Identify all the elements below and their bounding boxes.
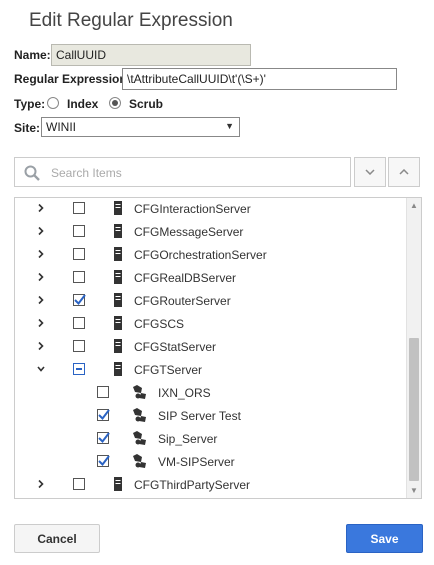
scroll-up-icon[interactable]: ▲: [410, 201, 418, 210]
row-checkbox[interactable]: [97, 386, 109, 398]
row-checkbox[interactable]: [73, 294, 86, 306]
server-icon: [114, 247, 122, 261]
checkmark-icon: [98, 432, 110, 444]
tree-row[interactable]: CFGOrchestrationServer: [15, 243, 405, 266]
tree-row-label: CFGOrchestrationServer: [134, 248, 267, 262]
checkmark-icon: [74, 294, 86, 306]
save-button[interactable]: Save: [346, 524, 423, 553]
row-checkbox[interactable]: [73, 317, 85, 329]
site-label: Site:: [14, 121, 41, 135]
tree-row-label: SIP Server Test: [158, 409, 241, 423]
regex-input[interactable]: [122, 68, 397, 90]
caret-down-icon: ▼: [225, 121, 234, 131]
tree-row[interactable]: Sip_Server: [15, 427, 405, 450]
row-checkbox[interactable]: [73, 225, 85, 237]
tree-row[interactable]: IXN_ORS: [15, 381, 405, 404]
row-checkbox[interactable]: [73, 202, 85, 214]
tree-row-label: CFGRouterServer: [134, 294, 231, 308]
name-label: Name:: [14, 48, 51, 62]
row-checkbox[interactable]: [73, 271, 85, 283]
server-icon: [114, 201, 122, 215]
tree-scrollbar[interactable]: ▲ ▼: [406, 198, 421, 498]
tree-row-label: Sip_Server: [158, 432, 218, 446]
row-checkbox[interactable]: [97, 432, 110, 444]
regex-label: Regular Expression:: [14, 72, 131, 86]
server-icon: [114, 224, 122, 238]
name-field: CallUUID: [51, 44, 251, 66]
collapse-all-button[interactable]: [388, 157, 420, 187]
tree-row-label: CFGThirdPartyServer: [134, 478, 251, 492]
type-scrub-radio[interactable]: [109, 97, 121, 109]
tree-row[interactable]: CFGMessageServer: [15, 220, 405, 243]
tree-row-label: CFGRealDBServer: [134, 271, 237, 285]
checkmark-icon: [98, 455, 110, 467]
tree-row-label: VM-SIPServer: [158, 455, 235, 469]
chevron-down-icon: [365, 169, 375, 175]
minus-icon: [76, 368, 82, 370]
type-index-radio[interactable]: [47, 97, 59, 109]
search-input[interactable]: [49, 163, 339, 183]
items-tree[interactable]: CFGInteractionServer CFGMessageServer CFGO…: [14, 197, 422, 499]
chevron-up-icon: [399, 169, 409, 175]
chevron-right-icon[interactable]: [36, 249, 46, 259]
server-icon: [114, 477, 122, 491]
site-select[interactable]: WINII ▼: [41, 117, 240, 137]
row-checkbox[interactable]: [73, 478, 85, 490]
chevron-right-icon[interactable]: [36, 272, 46, 282]
scroll-thumb[interactable]: [409, 338, 419, 481]
application-icon: [133, 385, 146, 399]
tree-row-label: CFGTServer: [134, 363, 203, 377]
application-icon: [133, 454, 146, 468]
chevron-down-icon[interactable]: [36, 364, 46, 374]
tree-row-label: CFGInteractionServer: [134, 202, 251, 216]
row-checkbox[interactable]: [73, 363, 85, 375]
application-icon: [133, 431, 146, 445]
search-icon: [24, 165, 40, 181]
server-icon: [114, 316, 122, 330]
dialog-title: Edit Regular Expression: [29, 10, 233, 31]
server-icon: [114, 362, 122, 376]
server-icon: [114, 270, 122, 284]
row-checkbox[interactable]: [97, 409, 110, 421]
tree-row[interactable]: CFGRealDBServer: [15, 266, 405, 289]
tree-row-label: CFGMessageServer: [134, 225, 244, 239]
chevron-right-icon[interactable]: [36, 341, 46, 351]
tree-row[interactable]: CFGSCS: [15, 312, 405, 335]
expand-all-button[interactable]: [354, 157, 386, 187]
chevron-right-icon[interactable]: [36, 295, 46, 305]
tree-row[interactable]: VM-SIPServer: [15, 450, 405, 473]
tree-row[interactable]: CFGInteractionServer: [15, 198, 405, 220]
checkmark-icon: [98, 409, 110, 421]
tree-row[interactable]: CFGTServer: [15, 358, 405, 381]
server-icon: [114, 339, 122, 353]
chevron-right-icon[interactable]: [36, 226, 46, 236]
tree-row[interactable]: SIP Server Test: [15, 404, 405, 427]
type-index-label: Index: [67, 97, 99, 111]
tree-row[interactable]: CFGRouterServer: [15, 289, 405, 312]
row-checkbox[interactable]: [73, 340, 85, 352]
row-checkbox[interactable]: [97, 455, 110, 467]
scroll-down-icon[interactable]: ▼: [410, 486, 418, 495]
chevron-right-icon[interactable]: [36, 318, 46, 328]
type-label: Type:: [14, 97, 46, 111]
chevron-right-icon[interactable]: [36, 203, 46, 213]
tree-row-label: CFGSCS: [134, 317, 185, 331]
chevron-right-icon[interactable]: [36, 479, 46, 489]
tree-row[interactable]: CFGStatServer: [15, 335, 405, 358]
server-icon: [114, 293, 122, 307]
cancel-button[interactable]: Cancel: [14, 524, 100, 553]
row-checkbox[interactable]: [73, 248, 85, 260]
site-select-value: WINII: [46, 120, 76, 134]
application-icon: [133, 408, 146, 422]
search-box[interactable]: [14, 157, 351, 187]
tree-row-label: CFGStatServer: [134, 340, 217, 354]
type-scrub-label: Scrub: [129, 97, 164, 111]
tree-row[interactable]: CFGThirdPartyServer: [15, 473, 405, 496]
tree-row-label: IXN_ORS: [158, 386, 211, 400]
